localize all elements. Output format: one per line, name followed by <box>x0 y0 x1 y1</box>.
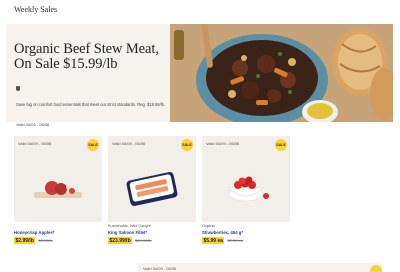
hero-headline-line2: On Sale $15.99/lb <box>14 56 118 72</box>
hero-description: Save big on comfort food essentials that… <box>16 102 166 107</box>
beef-stew-illustration <box>170 24 393 122</box>
regular-price: $29.99/lb <box>135 238 152 243</box>
sale-badge: SALE <box>87 139 99 151</box>
product-subtitle: Organic <box>202 224 216 228</box>
price-row: $5.99 ea $7.99 ea <box>202 237 302 244</box>
product-subtitle: Sustainable, Wild Caught <box>108 224 151 228</box>
product-card[interactable]: Valid 04/09 - 06/06 SALE <box>202 136 290 222</box>
sale-badge: SALE <box>275 139 287 151</box>
sale-price: $2.99/lb <box>14 237 36 244</box>
product-subtitle <box>14 224 114 229</box>
price-row: $23.99/lb $29.99/lb <box>108 237 208 244</box>
regular-price: $7.99 ea <box>227 238 244 243</box>
regular-price: $3.99/lb <box>38 238 53 243</box>
product-name[interactable]: Strawberries, 454 g* <box>202 230 302 235</box>
price-row: $2.99/lb $3.99/lb <box>14 237 114 244</box>
strawberries-image <box>228 176 269 202</box>
sale-price: $23.99/lb <box>108 237 133 244</box>
product-name[interactable]: Honeycrisp Apples* <box>14 230 114 235</box>
product-card[interactable]: Valid 04/09 - 06/06 SALE <box>108 136 196 222</box>
page-title: Weekly Sales <box>14 5 58 14</box>
product-name[interactable]: King Salmon Fillet* <box>108 230 208 235</box>
header: Weekly Sales <box>0 0 400 20</box>
product-info: Honeycrisp Apples* $2.99/lb $3.99/lb <box>14 224 114 244</box>
card-valid-dates: Valid 04/09 - 06/06 <box>112 141 146 146</box>
sale-price: $5.99 ea <box>202 237 225 244</box>
product-card-partial[interactable]: Valid 04/09 - 06/06 <box>138 263 382 272</box>
product-card[interactable]: Valid 04/09 - 06/06 SALE <box>14 136 102 222</box>
salmon-image <box>126 172 178 206</box>
card-valid-dates: Valid 04/09 - 06/06 <box>206 141 240 146</box>
product-info: Organic Strawberries, 454 g* $5.99 ea $7… <box>202 224 302 244</box>
hero-headline: Organic Beef Stew Meat, On Sale $15.99/l… <box>14 42 164 72</box>
hero-headline-line1: Organic Beef Stew Meat, <box>14 41 159 57</box>
hero-valid-dates: Valid 04/09 - 06/06 <box>16 122 50 127</box>
product-info: Sustainable, Wild Caught King Salmon Fil… <box>108 224 208 244</box>
card-valid-dates: Valid 04/09 - 06/06 <box>143 266 177 271</box>
sale-badge <box>370 265 382 272</box>
beef-stew-image <box>170 24 393 122</box>
leaf-logo-icon <box>16 86 20 91</box>
hero-banner[interactable]: Organic Beef Stew Meat, On Sale $15.99/l… <box>6 24 393 128</box>
card-valid-dates: Valid 04/09 - 06/06 <box>18 141 52 146</box>
hero-text: Organic Beef Stew Meat, On Sale $15.99/l… <box>14 42 165 128</box>
sale-badge: SALE <box>181 139 193 151</box>
apples-image <box>34 181 82 198</box>
